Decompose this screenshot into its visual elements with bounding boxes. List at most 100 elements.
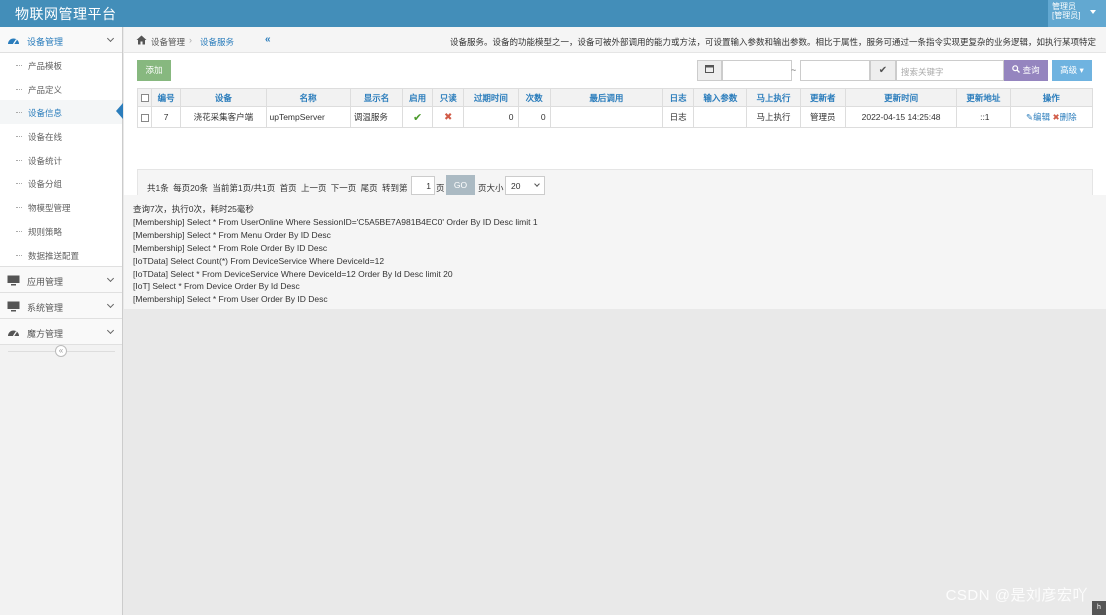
sidebar-group-label: 设备管理 xyxy=(27,37,64,47)
column-header[interactable]: 只读 xyxy=(432,88,465,107)
cell-update-address: ::1 xyxy=(956,106,1011,128)
go-button[interactable]: GO xyxy=(446,175,475,196)
log-line: [IoTData] Select Count(*) From DeviceSer… xyxy=(133,255,385,266)
delete-link[interactable]: 删除 xyxy=(1060,112,1077,122)
sidebar-item-label: 设备统计 xyxy=(28,155,63,166)
home-icon[interactable] xyxy=(136,35,147,47)
sidebar-group-device-management[interactable]: 设备管理 xyxy=(0,27,122,53)
caret-down-icon: ▾ xyxy=(1079,65,1084,75)
dashboard-icon xyxy=(7,327,20,338)
column-header[interactable]: 更新时间 xyxy=(844,88,958,107)
sidebar-group-cube-management[interactable]: 魔方管理 xyxy=(0,319,122,346)
start-date-input[interactable] xyxy=(722,60,792,81)
cell-enabled: ✔ xyxy=(402,106,434,128)
search-input[interactable]: 搜索关键字 xyxy=(896,60,1004,81)
column-header[interactable]: 过期时间 xyxy=(463,88,519,107)
page-suffix: 页 xyxy=(436,183,445,193)
sidebar-item-label: 设备分组 xyxy=(28,179,63,190)
column-header[interactable]: 名称 xyxy=(265,88,351,107)
edit-icon[interactable]: ✎ xyxy=(1026,112,1033,122)
column-header[interactable]: 启用 xyxy=(402,88,434,107)
chevron-down-icon xyxy=(106,301,115,309)
page-size-select[interactable]: 20 xyxy=(505,176,545,195)
user-role: [管理员] xyxy=(1052,11,1081,20)
sidebar-item-product-template[interactable]: 产品模板 xyxy=(0,53,122,77)
sidebar-group-app-management[interactable]: 应用管理 xyxy=(0,267,122,294)
main-area: 设备管理 › 设备服务 « 设备服务。设备的功能模型之一，设备可被外部调用的能力… xyxy=(124,27,1106,615)
end-date-input[interactable] xyxy=(800,60,870,81)
sidebar-item-data-push[interactable]: 数据推送配置 xyxy=(0,243,122,267)
sidebar-item-device-group[interactable]: 设备分组 xyxy=(0,171,122,195)
column-header[interactable]: 显示名 xyxy=(349,88,404,107)
double-left-arrow-icon[interactable]: « xyxy=(265,34,271,45)
breadcrumb: 设备管理 › 设备服务 « 设备服务。设备的功能模型之一，设备可被外部调用的能力… xyxy=(124,27,1106,53)
log-link[interactable]: 日志 xyxy=(662,106,695,128)
sidebar-item-label: 设备信息 xyxy=(28,108,63,119)
sidebar-item-product-definition[interactable]: 产品定义 xyxy=(0,77,122,101)
top-navbar: 物联网管理平台 管理员 [管理员] xyxy=(0,0,1106,27)
caret-down-icon xyxy=(1090,10,1096,14)
row-checkbox[interactable] xyxy=(136,106,153,128)
user-menu[interactable]: 管理员 [管理员] xyxy=(1048,0,1106,27)
sidebar-collapse-icon[interactable]: « xyxy=(55,345,67,357)
column-header[interactable]: 次数 xyxy=(517,88,551,107)
query-label: 查询 xyxy=(1022,65,1040,75)
sidebar-item-label: 规则策略 xyxy=(28,226,63,237)
cell-last-call xyxy=(549,106,664,128)
sidebar-item-label: 设备在线 xyxy=(28,132,63,143)
app-title[interactable]: 物联网管理平台 xyxy=(15,4,117,24)
column-header[interactable]: 输入参数 xyxy=(693,88,748,107)
sidebar-group-label: 魔方管理 xyxy=(27,329,64,340)
cell-device: 浇花采集客户端 xyxy=(180,106,267,128)
execute-now-link[interactable]: 马上执行 xyxy=(746,106,801,128)
column-header: 马上执行 xyxy=(746,88,801,107)
column-header[interactable]: 最后调用 xyxy=(549,88,664,107)
sidebar-item-label: 产品定义 xyxy=(28,84,63,95)
log-line: [Membership] Select * From User Order By… xyxy=(133,294,328,305)
cell-expire: 0 xyxy=(463,106,519,128)
delete-icon[interactable]: ✖ xyxy=(1052,112,1059,122)
sidebar-item-device-stats[interactable]: 设备统计 xyxy=(0,148,122,172)
add-button[interactable]: 添加 xyxy=(137,60,171,81)
user-name: 管理员 xyxy=(1052,2,1076,11)
page-size-value: 20 xyxy=(511,181,521,191)
corner-icon: h xyxy=(1092,601,1106,615)
column-header[interactable]: 设备 xyxy=(180,88,267,107)
chevron-down-icon xyxy=(106,327,115,335)
cell-name: upTempServer xyxy=(265,106,351,128)
query-button[interactable]: 查询 xyxy=(1004,60,1048,81)
service-table: 编号 设备 名称 显示名 启用 只读 过期时间 次数 最后调用 日志 输入参数 … xyxy=(136,88,1094,128)
log-line: [IoTData] Select * From DeviceService Wh… xyxy=(133,268,453,279)
sidebar-item-label: 产品模板 xyxy=(28,61,63,71)
sql-log-panel: 查询7次，执行0次，耗时25毫秒 [Membership] Select * F… xyxy=(124,195,1106,309)
log-line: [Membership] Select * From Menu Order By… xyxy=(133,229,331,240)
pagination-summary[interactable]: 共1条 每页20条 当前第1页/共1页 首页 上一页 下一页 尾页 转到第 xyxy=(147,182,408,194)
column-header[interactable]: 更新地址 xyxy=(956,88,1011,107)
sidebar-item-rule-policy[interactable]: 规则策略 xyxy=(0,219,122,243)
select-all-checkbox[interactable] xyxy=(136,88,153,107)
cell-input-params xyxy=(693,106,748,128)
cell-display-name: 调温服务 xyxy=(349,106,404,128)
edit-link[interactable]: 编辑 xyxy=(1033,112,1050,122)
sidebar-item-device-online[interactable]: 设备在线 xyxy=(0,124,122,148)
breadcrumb-separator-icon: › xyxy=(189,35,192,45)
chevron-down-icon xyxy=(106,275,115,283)
check-icon: ✔ xyxy=(413,111,423,124)
advanced-button[interactable]: 高级 ▾ xyxy=(1052,60,1092,81)
sidebar-group-system-management[interactable]: 系统管理 xyxy=(0,293,122,320)
cell-updater: 管理员 xyxy=(799,106,846,128)
sidebar-item-device-info[interactable]: 设备信息 xyxy=(0,100,123,125)
cell-update-time: 2022-04-15 14:25:48 xyxy=(844,106,958,128)
sidebar: 设备管理 产品模板 产品定义 设备信息 设备在线 设备统计 设备分组 物模型管理… xyxy=(0,27,123,615)
desktop-icon xyxy=(7,275,20,286)
column-header[interactable]: 更新者 xyxy=(799,88,846,107)
date-range-separator: ~ xyxy=(791,65,797,75)
page-number-input[interactable]: 1 xyxy=(411,176,435,195)
watermark: CSDN @是刘彦宏吖 xyxy=(945,587,1088,604)
breadcrumb-root[interactable]: 设备管理 xyxy=(151,36,185,48)
cell-id: 7 xyxy=(151,106,182,128)
search-icon xyxy=(1012,65,1022,75)
column-header[interactable]: 编号 xyxy=(151,88,182,107)
sidebar-item-thing-model[interactable]: 物模型管理 xyxy=(0,195,122,219)
sidebar-submenu: 产品模板 产品定义 设备信息 设备在线 设备统计 设备分组 物模型管理 规则策略… xyxy=(0,53,123,268)
